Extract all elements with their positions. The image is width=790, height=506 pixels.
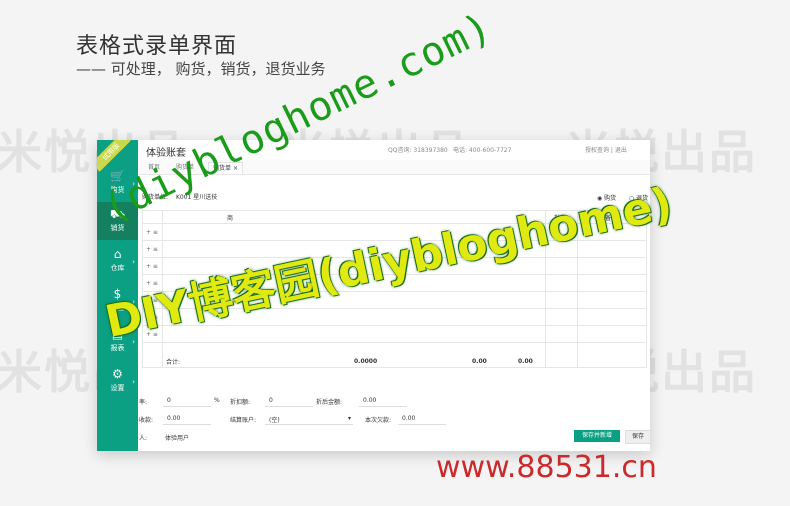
total-amount-2: 0.00 xyxy=(518,358,533,365)
after-discount-value: 0.00 xyxy=(363,397,377,404)
current-debt-label: 本次欠款: xyxy=(365,417,392,424)
header-subtitle: —— 可处理， 购货，销货，退货业务 xyxy=(76,60,326,78)
row-controls[interactable]: + ≡ xyxy=(146,246,158,253)
save-button[interactable]: 保存 xyxy=(625,430,650,444)
discount-rate-label: 率: xyxy=(139,399,148,406)
sidebar-item-settings[interactable]: ⚙ 设置 › xyxy=(97,362,138,400)
chevron-right-icon: › xyxy=(132,378,135,386)
footer-url-watermark: www.88531.cn xyxy=(436,450,657,485)
qq-contact[interactable]: QQ咨询: 318397380 xyxy=(388,145,448,154)
grid-header-goods: 商 xyxy=(227,215,234,222)
discount-amount-label: 折扣额: xyxy=(230,399,251,406)
row-controls[interactable]: + ≡ xyxy=(146,229,158,236)
chevron-down-icon[interactable]: ▾ xyxy=(348,415,351,422)
chevron-right-icon: › xyxy=(132,258,135,266)
total-label: 合计: xyxy=(166,359,181,366)
save-and-new-button[interactable]: 保存并新增 xyxy=(574,430,620,442)
maker-value: 体验用户 xyxy=(165,435,190,442)
after-discount-label: 折后金额: xyxy=(316,399,343,406)
row-controls[interactable]: + ≡ xyxy=(146,263,158,270)
top-links[interactable]: 授权查询 | 退出 xyxy=(585,145,627,154)
discount-amount-field[interactable]: 0 xyxy=(269,397,273,404)
settlement-account-select[interactable]: (空) xyxy=(269,415,280,424)
settlement-account-label: 结算账户: xyxy=(230,417,257,424)
sidebar-item-warehouse[interactable]: ⌂ 仓库 › xyxy=(97,242,138,280)
received-label: 收款: xyxy=(139,417,154,424)
total-qty: 0.0000 xyxy=(354,358,378,365)
received-field[interactable]: 0.00 xyxy=(167,415,180,422)
current-debt-value: 0.00 xyxy=(402,415,416,422)
percent-sign: % xyxy=(214,397,220,404)
maker-label: 人: xyxy=(139,435,148,442)
header-title: 表格式录单界面 xyxy=(76,34,238,59)
phone-contact: 电话: 400-600-7727 xyxy=(453,147,512,154)
total-amount-1: 0.00 xyxy=(472,358,487,365)
discount-rate-field[interactable]: 0 xyxy=(167,397,171,404)
